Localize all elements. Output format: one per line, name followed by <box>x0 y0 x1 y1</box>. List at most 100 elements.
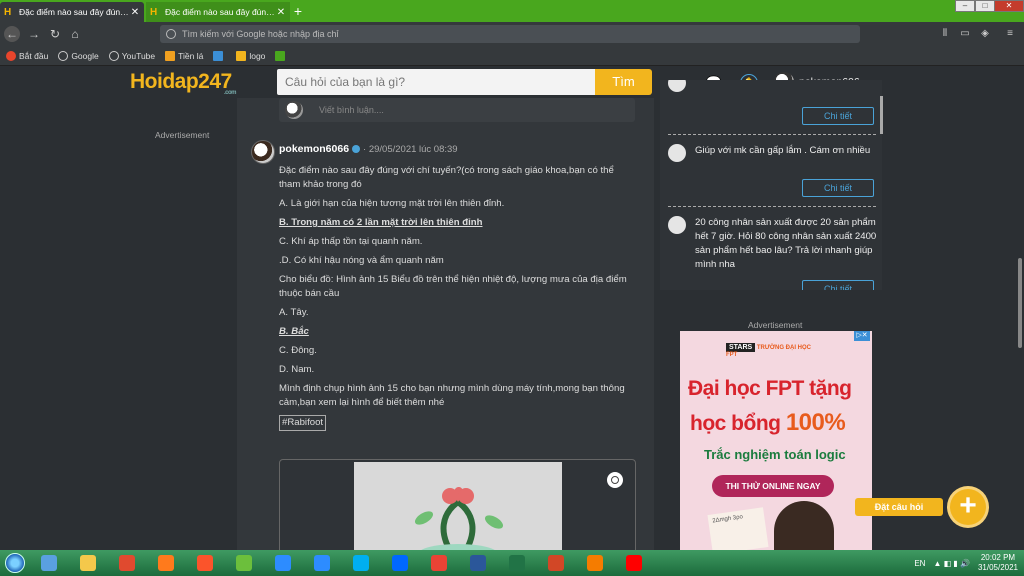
bookmark-l[interactable] <box>275 50 288 61</box>
question-text[interactable]: 20 công nhân sản xuất được 20 sản phẩm h… <box>695 216 880 272</box>
hoidap-favicon-icon: H <box>150 6 158 18</box>
tray-icons[interactable]: ▲ ◧ ▮ 🔊 <box>933 559 970 568</box>
app-icon <box>119 555 135 571</box>
hoidap-favicon-icon <box>236 50 247 61</box>
search-button[interactable]: Tìm <box>595 69 652 95</box>
avatar <box>668 216 686 234</box>
taskbar-app-button[interactable] <box>420 551 458 575</box>
browser-navbar: ← → ↻ ⌂ Tìm kiếm với Google hoặc nhập đị… <box>0 22 1024 46</box>
avatar <box>668 80 686 92</box>
detail-button[interactable]: Chi tiết <box>802 107 874 125</box>
menu-icon[interactable]: ≡ <box>1003 27 1017 41</box>
app-icon <box>158 555 174 571</box>
library-icon[interactable]: ⫴ <box>938 27 952 41</box>
bookmark-logo[interactable]: logo <box>236 50 265 61</box>
app-icon <box>470 555 486 571</box>
maximize-icon[interactable]: □ <box>975 0 995 12</box>
ask-question-button[interactable]: + <box>947 486 989 528</box>
tab-title: Đặc điểm nào sau đây đúng với chí tuyến <box>165 7 276 17</box>
post-image[interactable] <box>279 459 636 559</box>
taskbar-app-button[interactable] <box>615 551 653 575</box>
detail-button[interactable]: Chi tiết <box>802 280 874 290</box>
question-text[interactable]: Giúp với mk cần gấp lắm . Cám ơn nhiều <box>695 144 880 158</box>
bookmark-start[interactable]: Bắt đầu <box>6 50 48 61</box>
site-logo[interactable]: Hoidap247 .com <box>130 70 237 96</box>
bookmark-google[interactable]: Google <box>58 50 99 61</box>
avatar <box>668 144 686 162</box>
taskbar-app-button[interactable] <box>576 551 614 575</box>
bookmark-favicon-icon <box>165 50 176 61</box>
question-search-input[interactable]: Câu hỏi của bạn là gì? <box>277 69 595 95</box>
l-favicon-icon <box>275 50 286 61</box>
post-line: C. Khí áp thấp tồn tại quanh năm. <box>279 236 423 247</box>
sidebar-icon[interactable]: ▭ <box>958 27 972 41</box>
taskbar-app-button[interactable] <box>147 551 185 575</box>
clock[interactable]: 20:02 PM 31/05/2021 <box>978 553 1018 573</box>
taskbar-app-button[interactable] <box>459 551 497 575</box>
app-icon <box>431 555 447 571</box>
app-icon <box>275 555 291 571</box>
post-line-answer: B. Trong năm có 2 lần mặt trời lên thiên… <box>279 217 483 228</box>
taskbar-app-button[interactable] <box>30 551 68 575</box>
taskbar-app-button[interactable] <box>381 551 419 575</box>
comment-input[interactable]: Viết bình luận.... <box>279 98 635 122</box>
taskbar-app-button[interactable] <box>303 551 341 575</box>
close-window-icon[interactable]: ✕ <box>994 0 1024 12</box>
advertisement-label: Advertisement <box>748 320 803 330</box>
post-line: Đặc điểm nào sau đây đúng với chí tuyến?… <box>279 165 614 190</box>
post-author[interactable]: pokemon6066 <box>279 143 349 155</box>
avatar <box>285 101 303 119</box>
language-indicator[interactable]: EN <box>914 559 925 568</box>
app-icon <box>509 555 525 571</box>
app-icon <box>548 555 564 571</box>
zoom-icon[interactable] <box>607 472 623 488</box>
sidebar-scrollbar[interactable] <box>880 96 883 134</box>
app-icon <box>626 555 642 571</box>
reload-icon[interactable]: ↻ <box>47 26 63 42</box>
taskbar-app-button[interactable] <box>342 551 380 575</box>
post-line: Cho biểu đồ: Hình ảnh 15 Biểu đồ trên th… <box>279 274 627 299</box>
attached-photo[interactable] <box>354 462 562 558</box>
detail-button[interactable]: Chi tiết <box>802 179 874 197</box>
tab-active[interactable]: H Đặc điểm nào sau đây đúng với chí tuyế… <box>0 2 144 22</box>
minimize-icon[interactable]: – <box>955 0 975 12</box>
post-line: C. Đông. <box>279 345 317 356</box>
app-icon <box>197 555 213 571</box>
close-tab-icon[interactable]: ✕ <box>276 7 286 18</box>
taskbar-app-button[interactable] <box>537 551 575 575</box>
system-tray: EN ▲ ◧ ▮ 🔊 20:02 PM 31/05/2021 <box>914 552 1018 574</box>
scrollbar-thumb[interactable] <box>1018 258 1022 348</box>
fpt-advertisement[interactable]: ▷✕ STARS TRƯỜNG ĐẠI HỌC FPT Đại học FPT … <box>680 331 872 550</box>
taskbar-app-button[interactable] <box>108 551 146 575</box>
app-icon <box>392 555 408 571</box>
close-tab-icon[interactable]: ✕ <box>130 7 140 18</box>
url-bar[interactable]: Tìm kiếm với Google hoặc nhập địa chỉ <box>160 25 860 43</box>
post-body: Đặc điểm nào sau đây đúng với chí tuyến?… <box>279 164 637 436</box>
tab-inactive[interactable]: H Đặc điểm nào sau đây đúng với chí tuyế… <box>146 2 290 22</box>
new-tab-button[interactable]: + <box>290 2 306 20</box>
avatar[interactable] <box>251 140 275 164</box>
bookmark-youtube[interactable]: YouTube <box>108 50 155 61</box>
back-icon[interactable]: ← <box>4 26 20 42</box>
ad-cta-button[interactable]: THI THỬ ONLINE NGAY <box>712 475 834 497</box>
ad-headline: Đại học FPT tặng <box>688 377 852 400</box>
taskbar-app-button[interactable] <box>225 551 263 575</box>
taskbar-app-button[interactable] <box>498 551 536 575</box>
ad-person-image <box>774 501 834 550</box>
start-button[interactable] <box>0 550 30 576</box>
bookmark-tien-la[interactable]: Tiền lá <box>165 50 203 61</box>
bookmark-image[interactable] <box>213 50 226 61</box>
forward-icon[interactable]: → <box>26 26 42 42</box>
taskbar-app-button[interactable] <box>264 551 302 575</box>
image-icon <box>213 50 224 61</box>
page-scrollbar[interactable] <box>1016 66 1024 550</box>
hashtag[interactable]: #Rabifoot <box>279 415 327 431</box>
taskbar-app-button[interactable] <box>69 551 107 575</box>
extension-icon[interactable]: ◈ <box>978 27 992 41</box>
home-icon[interactable]: ⌂ <box>67 26 83 42</box>
ad-logo: STARS TRƯỜNG ĐẠI HỌC FPT <box>726 343 811 358</box>
ask-question-label[interactable]: Đặt câu hỏi <box>855 498 943 516</box>
taskbar-app-button[interactable] <box>186 551 224 575</box>
ad-close-icon[interactable]: ▷✕ <box>854 331 870 341</box>
post-card: Viết bình luận.... pokemon6066 · 29/05/20… <box>237 98 654 559</box>
